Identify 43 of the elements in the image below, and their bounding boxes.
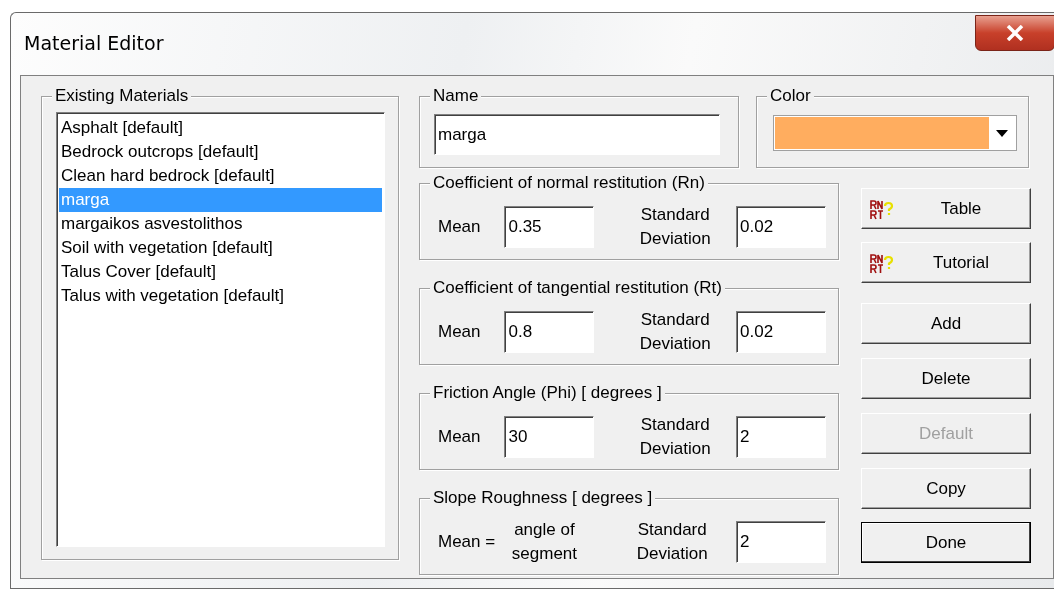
group-title: Coefficient of tangential restitution (Rt) bbox=[430, 278, 725, 298]
material-item[interactable]: Talus with vegetation [default] bbox=[59, 284, 382, 308]
window-title: Material Editor bbox=[24, 32, 164, 54]
material-item[interactable]: Talus Cover [default] bbox=[59, 260, 382, 284]
close-button[interactable] bbox=[975, 15, 1054, 51]
standard-deviation-label: Standard Deviation bbox=[638, 203, 712, 250]
materials-list[interactable]: Asphalt [default] Bedrock outcrops [default] Clean hard bedrock [default] marga margaikos asvestolithos Soil with vegetation [default] Talus Cover [default] Talus with vegetation [default] bbox=[56, 112, 385, 547]
dialog-button[interactable]: Copy bbox=[861, 468, 1031, 509]
dialog-button[interactable]: Done bbox=[861, 522, 1031, 563]
mean-input-field[interactable]: 0.8 bbox=[504, 310, 595, 353]
group-title: Existing Materials bbox=[52, 86, 192, 106]
material-item[interactable]: Clean hard bedrock [default] bbox=[59, 164, 382, 188]
dialog-button[interactable]: Tutorial bbox=[861, 242, 1031, 283]
standard-deviation-input-field[interactable]: 0.02 bbox=[736, 310, 826, 353]
mean-label: Mean = bbox=[438, 531, 497, 552]
standard-deviation-label: Standard Deviation bbox=[638, 308, 712, 355]
color-dropdown[interactable] bbox=[773, 115, 1017, 151]
material-item[interactable]: Soil with vegetation [default] bbox=[59, 236, 382, 260]
dialog-button[interactable]: Table bbox=[861, 188, 1031, 229]
name-input-field[interactable]: marga bbox=[434, 114, 720, 155]
mean-input-field[interactable]: 0.35 bbox=[504, 205, 595, 248]
mean-note: angle of segment bbox=[510, 518, 578, 565]
group-title: Friction Angle (Phi) [ degrees ] bbox=[430, 383, 665, 403]
mean-label: Mean bbox=[438, 216, 482, 237]
material-item[interactable]: margaikos asvestolithos bbox=[59, 212, 382, 236]
mean-input-field[interactable]: 30 bbox=[504, 415, 595, 458]
close-icon bbox=[1006, 25, 1024, 41]
help-icon bbox=[870, 200, 896, 220]
standard-deviation-input-field[interactable]: 0.02 bbox=[736, 205, 826, 248]
dialog-button[interactable]: Add bbox=[861, 303, 1031, 344]
caret-icon bbox=[996, 129, 1008, 137]
group-title: Coefficient of normal restitution (Rn) bbox=[430, 173, 708, 193]
standard-deviation-input-field[interactable]: 2 bbox=[736, 415, 826, 458]
standard-deviation-label: Standard Deviation bbox=[638, 413, 712, 460]
help-icon bbox=[870, 254, 896, 274]
mean-label: Mean bbox=[438, 321, 482, 342]
standard-deviation-label: Standard Deviation bbox=[635, 518, 709, 565]
group-title: Slope Roughness [ degrees ] bbox=[430, 488, 656, 508]
dialog-button[interactable]: Delete bbox=[861, 358, 1031, 399]
material-item[interactable]: Bedrock outcrops [default] bbox=[59, 140, 382, 164]
material-item[interactable]: Asphalt [default] bbox=[59, 116, 382, 140]
mean-label: Mean bbox=[438, 426, 482, 447]
standard-deviation-input-field[interactable]: 2 bbox=[736, 520, 826, 563]
